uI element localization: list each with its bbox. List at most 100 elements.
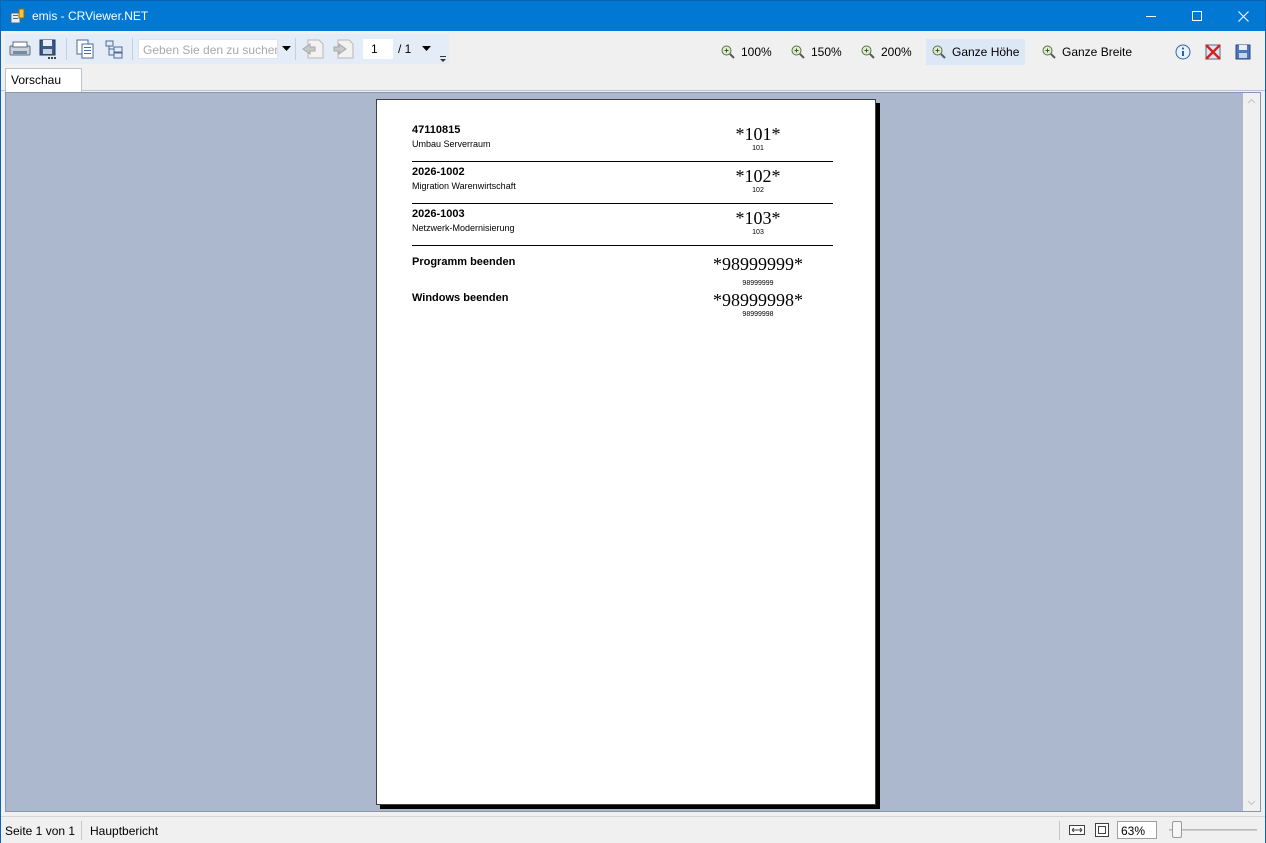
close-report-icon (1205, 44, 1221, 60)
tab-strip: Vorschau (1, 67, 1265, 92)
chevron-down-icon (421, 46, 431, 51)
zoom-100-button[interactable]: 100% (715, 39, 778, 65)
page-number-input[interactable]: 1 (363, 39, 393, 59)
fit-page-icon[interactable] (1094, 822, 1110, 838)
title-bar: emis - CRViewer.NET (1, 1, 1265, 31)
scroll-down-icon[interactable] (1247, 798, 1256, 807)
entry-description: Umbau Serverraum (412, 139, 491, 149)
entry-barcode: *103* (735, 208, 781, 228)
save-button[interactable] (1230, 39, 1256, 65)
entry-code: 2026-1002 (412, 166, 465, 178)
entry-barcode: *101* (735, 124, 781, 144)
maximize-button[interactable] (1174, 1, 1220, 31)
command-barcode-text-exit-windows: 98999998 (742, 311, 774, 318)
entry-barcode-text: 101 (752, 145, 764, 152)
tab-preview[interactable]: Vorschau (5, 68, 82, 92)
vertical-scrollbar[interactable] (1243, 93, 1260, 811)
group-tree-button[interactable] (101, 36, 127, 62)
about-button[interactable] (1170, 39, 1196, 65)
status-separator (1059, 821, 1060, 840)
command-label-exit-program: Programm beenden (412, 256, 516, 268)
zoom-level-input[interactable]: 63% (1117, 821, 1157, 839)
close-report-button[interactable] (1200, 39, 1226, 65)
entry-code: 2026-1003 (412, 208, 465, 220)
zoom-100-label: 100% (741, 45, 772, 59)
search-placeholder: Geben Sie den zu suchen (143, 43, 278, 57)
report-entry: 2026-1003 Netzwerk-Modernisierung *103* … (412, 208, 833, 250)
zoom-fit-width-label: Ganze Breite (1062, 45, 1133, 59)
window-title: emis - CRViewer.NET (32, 9, 149, 23)
zoom-200-button[interactable]: 200% (855, 39, 918, 65)
copy-button[interactable] (72, 36, 98, 62)
zoom-fit-width-button[interactable]: Ganze Breite (1036, 39, 1138, 65)
tab-preview-label: Vorschau (11, 73, 62, 87)
toolbar-separator (132, 38, 133, 60)
zoom-slider-track[interactable] (1169, 829, 1257, 831)
export-icon (39, 39, 56, 59)
close-icon (1237, 10, 1249, 22)
printer-icon (9, 41, 31, 56)
next-page-icon (333, 39, 354, 59)
viewer-toolbar: Geben Sie den zu suchen 1 / 1 100% 150% … (1, 31, 1265, 67)
next-page-button[interactable] (330, 36, 356, 62)
zoom-level-value: 63% (1121, 824, 1146, 838)
entry-description: Netzwerk-Modernisierung (412, 223, 515, 233)
magnifier-icon (791, 45, 805, 59)
info-icon (1175, 44, 1191, 60)
entry-divider (412, 203, 833, 204)
toolbar-left-group: Geben Sie den zu suchen 1 / 1 (5, 34, 449, 64)
search-input[interactable]: Geben Sie den zu suchen (138, 39, 278, 59)
report-preview-area[interactable]: 47110815 Umbau Serverraum *101* 101 2026… (5, 92, 1261, 812)
command-barcode-exit-program: *98999999* (713, 254, 803, 274)
toolbar-overflow-icon[interactable] (438, 54, 448, 64)
search-dropdown-button[interactable] (279, 39, 293, 59)
minimize-icon (1146, 16, 1156, 17)
entry-code: 47110815 (412, 124, 461, 136)
page-total-label: / 1 (398, 42, 412, 56)
previous-page-button[interactable] (300, 36, 326, 62)
magnifier-icon (721, 45, 735, 59)
zoom-fit-height-label: Ganze Höhe (952, 45, 1020, 59)
report-entry: 47110815 Umbau Serverraum *101* 101 (412, 124, 833, 166)
status-bar: Seite 1 von 1 Hauptbericht 63% (1, 816, 1265, 843)
save-icon (1235, 44, 1251, 60)
previous-page-icon (302, 39, 324, 59)
minimize-button[interactable] (1128, 1, 1174, 31)
report-page: 47110815 Umbau Serverraum *101* 101 2026… (376, 99, 876, 805)
status-report-name: Hauptbericht (90, 824, 159, 838)
entry-barcode-text: 102 (752, 187, 764, 194)
command-barcode-text-exit-program: 98999999 (742, 280, 774, 287)
export-button[interactable] (35, 36, 61, 62)
magnifier-icon (932, 45, 946, 59)
status-separator (81, 821, 82, 840)
scroll-up-icon[interactable] (1247, 97, 1256, 106)
magnifier-icon (1042, 45, 1056, 59)
zoom-slider-thumb[interactable] (1172, 821, 1182, 838)
chevron-down-icon (281, 46, 291, 51)
command-label-exit-windows: Windows beenden (412, 292, 509, 304)
entry-description: Migration Warenwirtschaft (412, 181, 516, 191)
report-entry: 2026-1002 Migration Warenwirtschaft *102… (412, 166, 833, 208)
close-window-button[interactable] (1220, 1, 1266, 31)
app-icon (10, 8, 25, 24)
print-button[interactable] (7, 36, 33, 62)
zoom-200-label: 200% (881, 45, 912, 59)
toolbar-separator (295, 38, 296, 60)
entry-barcode-text: 103 (752, 229, 764, 236)
zoom-fit-height-button[interactable]: Ganze Höhe (926, 39, 1026, 65)
zoom-150-button[interactable]: 150% (785, 39, 848, 65)
command-barcode-exit-windows: *98999998* (713, 290, 803, 310)
status-page-info: Seite 1 von 1 (5, 824, 76, 838)
group-tree-icon (105, 40, 123, 59)
entry-divider (412, 161, 833, 162)
zoom-150-label: 150% (811, 45, 842, 59)
app-window: emis - CRViewer.NET Geben Sie den zu suc… (0, 0, 1266, 843)
page-number-value: 1 (371, 42, 378, 56)
entry-barcode: *102* (735, 166, 781, 186)
page-dropdown-button[interactable] (419, 40, 433, 58)
entry-divider (412, 245, 833, 246)
toolbar-separator (66, 38, 67, 60)
copy-icon (76, 39, 94, 59)
maximize-icon (1192, 11, 1202, 21)
fit-width-icon[interactable] (1069, 822, 1085, 838)
